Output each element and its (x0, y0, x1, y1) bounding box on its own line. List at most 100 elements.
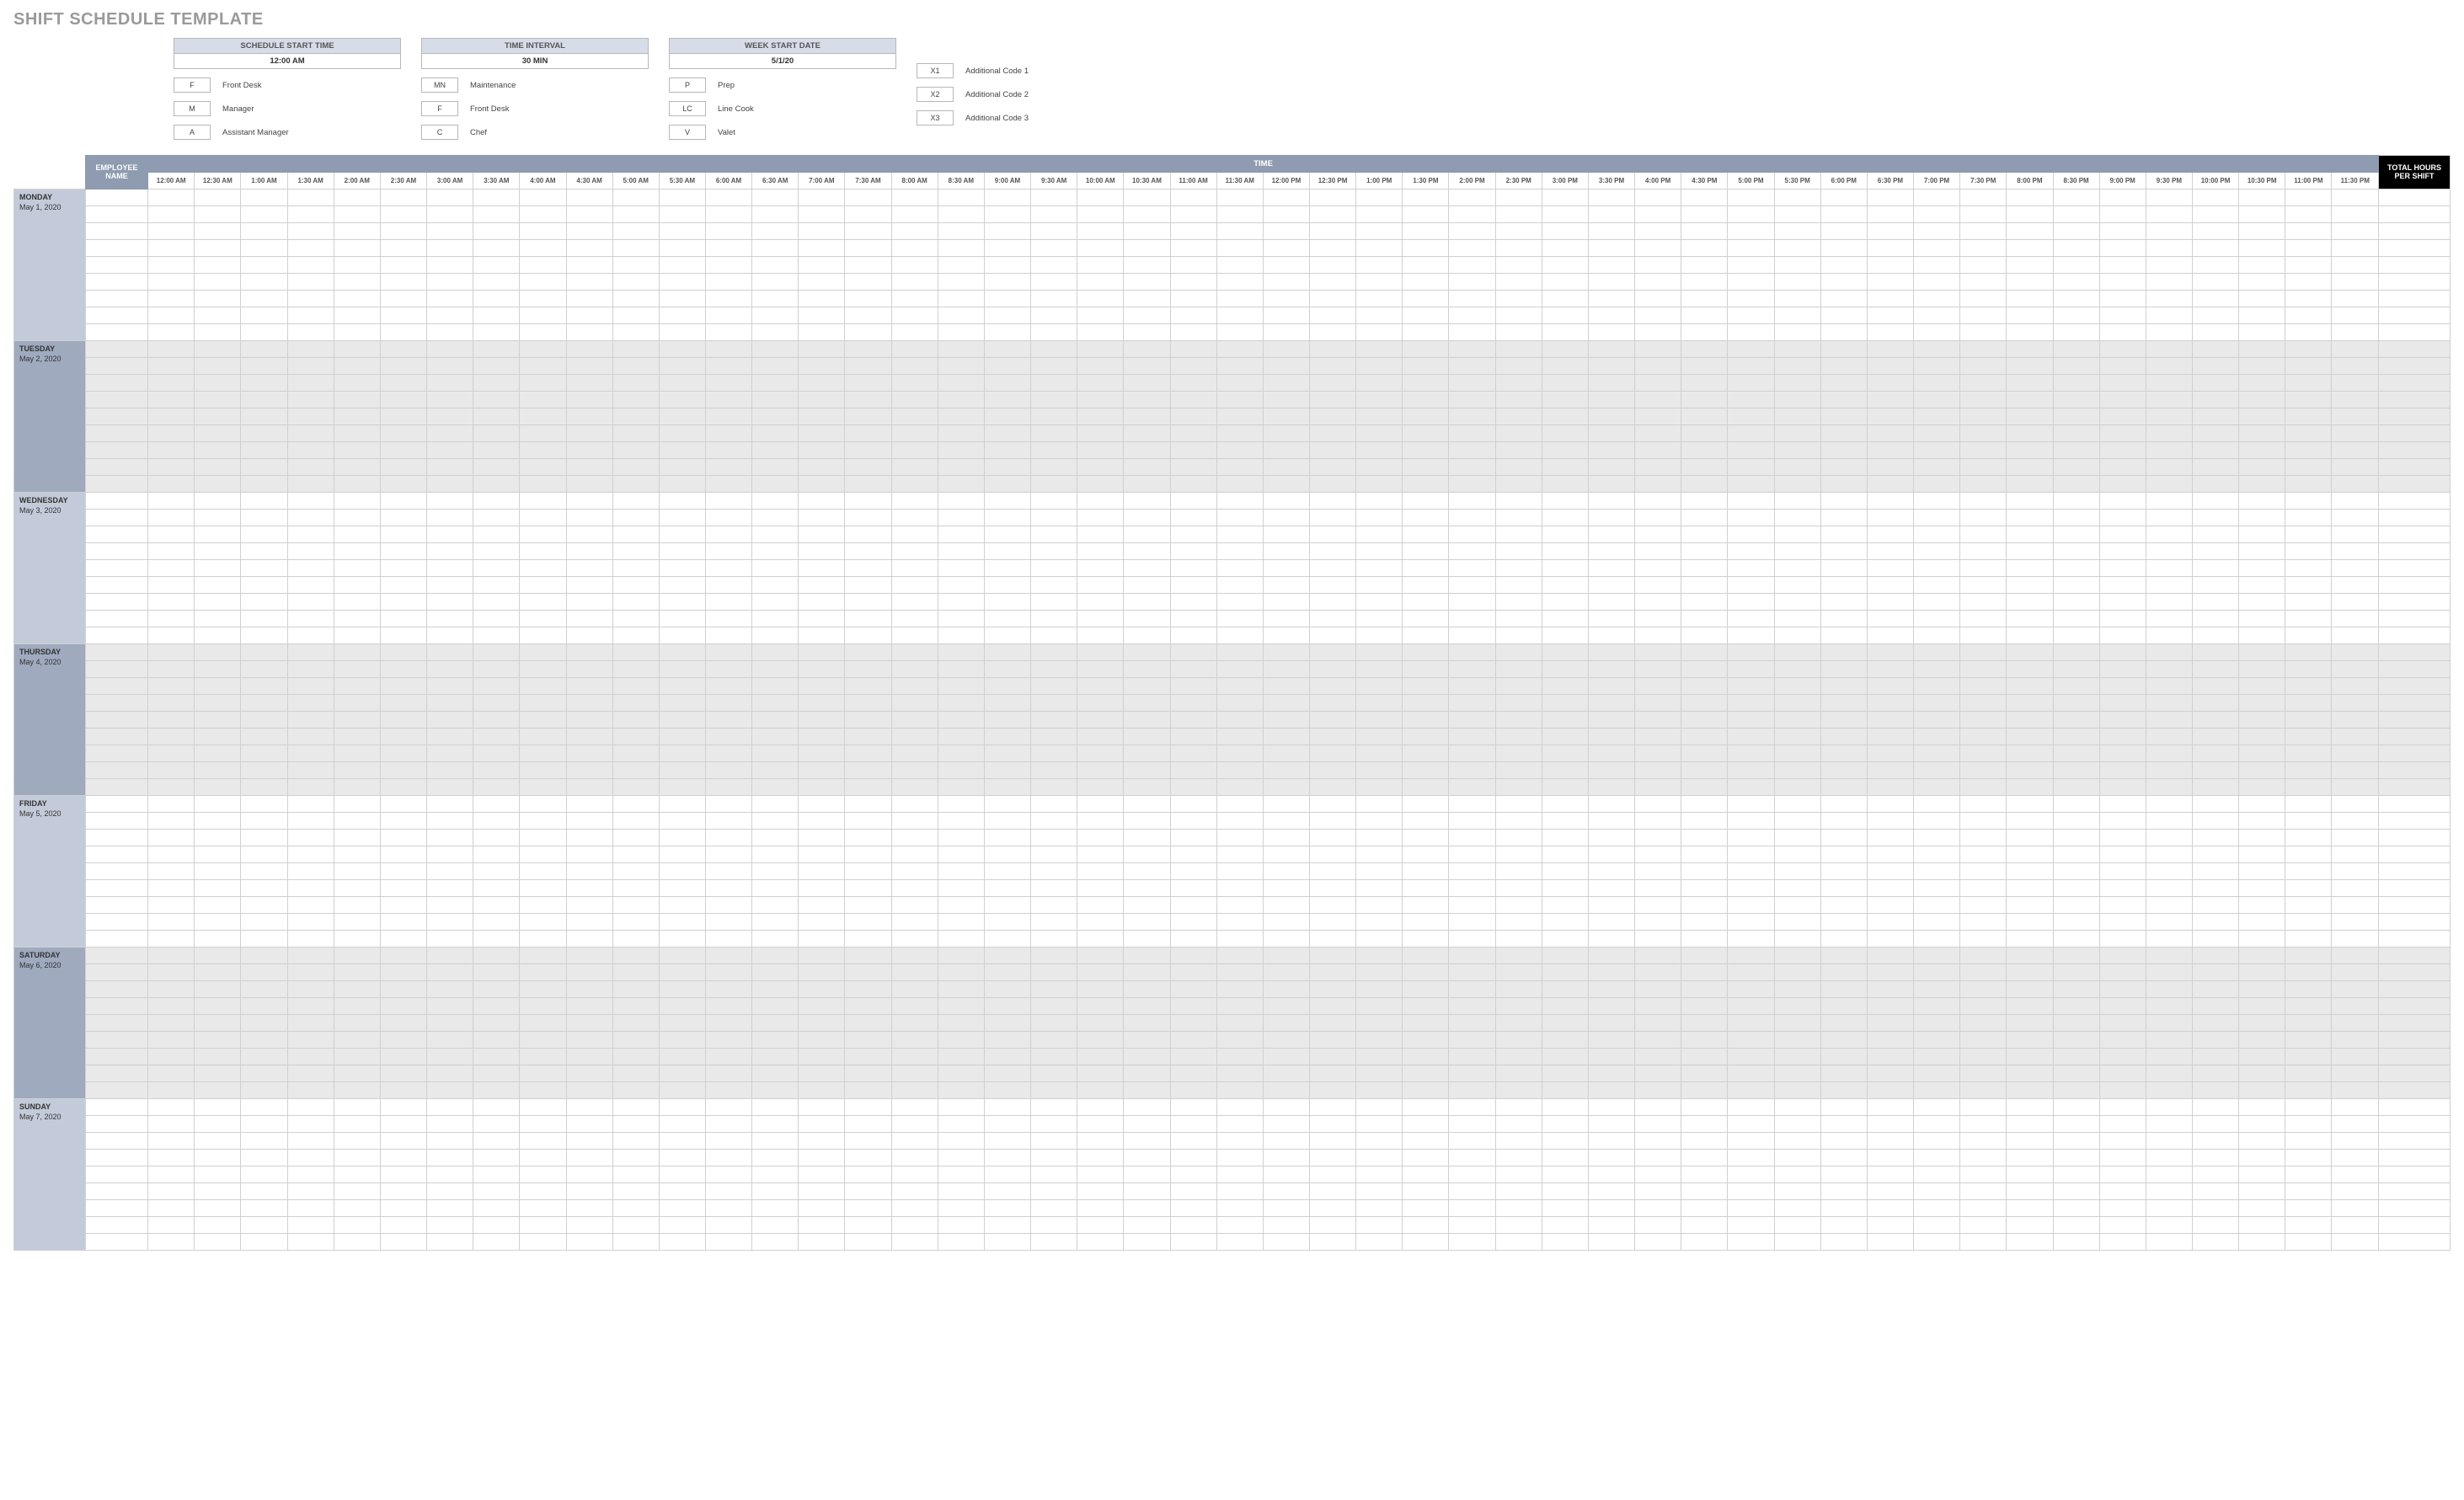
shift-cell[interactable] (520, 863, 566, 880)
shift-cell[interactable] (1170, 190, 1216, 206)
shift-cell[interactable] (1588, 375, 1634, 392)
shift-cell[interactable] (148, 712, 195, 729)
shift-cell[interactable] (1681, 206, 1728, 223)
shift-cell[interactable] (2192, 779, 2238, 796)
shift-cell[interactable] (2239, 1166, 2285, 1183)
shift-cell[interactable] (1960, 813, 2007, 830)
shift-cell[interactable] (1124, 291, 1170, 307)
shift-cell[interactable] (938, 408, 984, 425)
shift-cell[interactable] (1310, 341, 1356, 358)
shift-cell[interactable] (1495, 190, 1542, 206)
shift-cell[interactable] (1216, 274, 1263, 291)
shift-cell[interactable] (334, 948, 380, 964)
shift-cell[interactable] (287, 594, 334, 611)
shift-cell[interactable] (1960, 1015, 2007, 1032)
shift-cell[interactable] (1449, 1099, 1495, 1116)
shift-cell[interactable] (334, 644, 380, 661)
shift-cell[interactable] (473, 425, 520, 442)
shift-cell[interactable] (799, 1166, 845, 1183)
shift-cell[interactable] (1031, 358, 1077, 375)
shift-cell[interactable] (752, 880, 799, 897)
shift-cell[interactable] (241, 577, 287, 594)
shift-cell[interactable] (938, 577, 984, 594)
shift-cell[interactable] (1588, 1065, 1634, 1082)
shift-cell[interactable] (520, 307, 566, 324)
shift-cell[interactable] (1356, 341, 1403, 358)
shift-cell[interactable] (752, 745, 799, 762)
shift-cell[interactable] (241, 1234, 287, 1251)
shift-cell[interactable] (1310, 1234, 1356, 1251)
shift-cell[interactable] (1356, 476, 1403, 493)
shift-cell[interactable] (1216, 375, 1263, 392)
shift-cell[interactable] (1170, 408, 1216, 425)
shift-cell[interactable] (1031, 274, 1077, 291)
shift-cell[interactable] (1635, 779, 1681, 796)
shift-cell[interactable] (287, 190, 334, 206)
shift-cell[interactable] (195, 863, 241, 880)
shift-cell[interactable] (1495, 964, 1542, 981)
employee-cell[interactable] (85, 964, 147, 981)
shift-cell[interactable] (520, 729, 566, 745)
shift-cell[interactable] (2239, 661, 2285, 678)
shift-cell[interactable] (1310, 729, 1356, 745)
shift-cell[interactable] (427, 526, 473, 543)
shift-cell[interactable] (1031, 476, 1077, 493)
shift-cell[interactable] (938, 1183, 984, 1200)
shift-cell[interactable] (1356, 510, 1403, 526)
shift-cell[interactable] (1356, 425, 1403, 442)
shift-cell[interactable] (2146, 375, 2192, 392)
shift-cell[interactable] (659, 510, 705, 526)
shift-cell[interactable] (1495, 493, 1542, 510)
shift-cell[interactable] (1635, 291, 1681, 307)
shift-cell[interactable] (1820, 442, 1867, 459)
shift-cell[interactable] (566, 240, 612, 257)
shift-cell[interactable] (2007, 425, 2053, 442)
shift-cell[interactable] (1635, 729, 1681, 745)
shift-cell[interactable] (1449, 964, 1495, 981)
shift-cell[interactable] (799, 543, 845, 560)
shift-cell[interactable] (1774, 594, 1820, 611)
shift-cell[interactable] (891, 914, 938, 931)
shift-cell[interactable] (2332, 459, 2379, 476)
shift-cell[interactable] (566, 375, 612, 392)
shift-cell[interactable] (241, 729, 287, 745)
shift-cell[interactable] (1170, 745, 1216, 762)
shift-cell[interactable] (2192, 611, 2238, 627)
shift-cell[interactable] (2332, 611, 2379, 627)
shift-cell[interactable] (659, 695, 705, 712)
shift-cell[interactable] (1820, 796, 1867, 813)
shift-cell[interactable] (799, 1116, 845, 1133)
shift-cell[interactable] (891, 324, 938, 341)
shift-cell[interactable] (752, 914, 799, 931)
shift-cell[interactable] (1914, 307, 1960, 324)
shift-cell[interactable] (1681, 762, 1728, 779)
shift-cell[interactable] (891, 762, 938, 779)
shift-cell[interactable] (241, 1166, 287, 1183)
shift-cell[interactable] (799, 206, 845, 223)
shift-cell[interactable] (845, 813, 891, 830)
shift-cell[interactable] (1449, 594, 1495, 611)
shift-cell[interactable] (1077, 1183, 1124, 1200)
shift-cell[interactable] (2285, 745, 2332, 762)
shift-cell[interactable] (566, 1099, 612, 1116)
shift-cell[interactable] (566, 981, 612, 998)
shift-cell[interactable] (2053, 190, 2099, 206)
shift-cell[interactable] (334, 1082, 380, 1099)
shift-cell[interactable] (1681, 627, 1728, 644)
shift-cell[interactable] (845, 223, 891, 240)
shift-cell[interactable] (1263, 964, 1309, 981)
shift-cell[interactable] (520, 425, 566, 442)
shift-cell[interactable] (1031, 1200, 1077, 1217)
shift-cell[interactable] (2099, 206, 2146, 223)
shift-cell[interactable] (1077, 611, 1124, 627)
shift-cell[interactable] (1077, 897, 1124, 914)
shift-cell[interactable] (2099, 1065, 2146, 1082)
shift-cell[interactable] (2332, 190, 2379, 206)
employee-cell[interactable] (85, 1150, 147, 1166)
shift-cell[interactable] (1867, 1166, 1913, 1183)
shift-cell[interactable] (195, 611, 241, 627)
shift-cell[interactable] (427, 948, 473, 964)
employee-cell[interactable] (85, 998, 147, 1015)
shift-cell[interactable] (984, 257, 1030, 274)
shift-cell[interactable] (1681, 931, 1728, 948)
